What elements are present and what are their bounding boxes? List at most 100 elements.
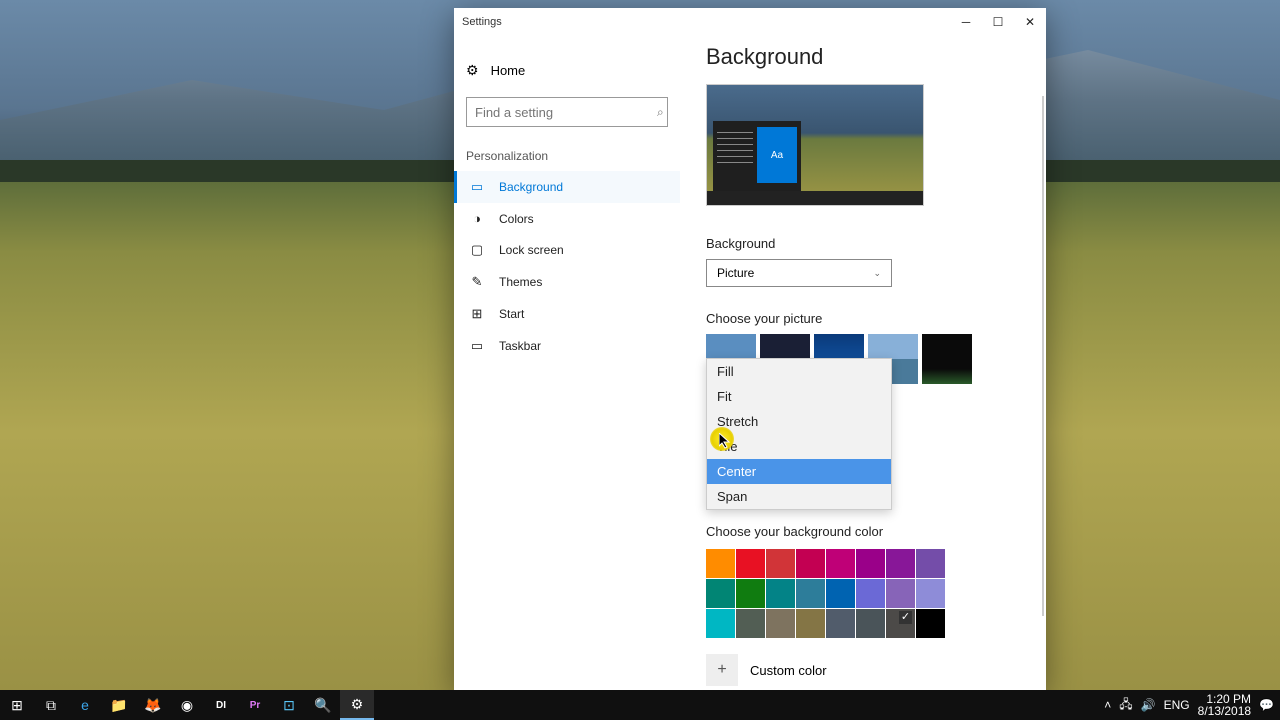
maximize-button[interactable]: ☐ [982, 8, 1014, 36]
nav-label: Lock screen [499, 243, 564, 257]
color-swatch[interactable] [766, 609, 795, 638]
color-swatch[interactable] [736, 609, 765, 638]
fit-option-stretch[interactable]: Stretch [707, 409, 891, 434]
color-swatch[interactable] [796, 549, 825, 578]
fit-dropdown-popup: FillFitStretchTileCenterSpan [706, 358, 892, 510]
fit-option-tile[interactable]: Tile [707, 434, 891, 459]
nav-icon: ▭ [469, 179, 485, 195]
nav-label: Background [499, 180, 563, 194]
section-header: Personalization [454, 149, 680, 171]
background-type-select[interactable]: Picture ⌄ [706, 259, 892, 287]
tray-language[interactable]: ENG [1164, 698, 1190, 712]
nav-icon: ⊞ [469, 306, 485, 322]
window-controls: ─ ☐ ✕ [950, 8, 1046, 36]
color-swatch[interactable] [916, 579, 945, 608]
preview-start-menu: Aa [713, 121, 801, 191]
preview-taskbar [707, 191, 923, 205]
custom-color-row: + Custom color [706, 654, 1020, 686]
system-tray: ˄ 🖧 🔊 ENG 1:20 PM 8/13/2018 💬 [1104, 693, 1280, 717]
choose-color-label: Choose your background color [706, 524, 1020, 539]
fit-option-fill[interactable]: Fill [707, 359, 891, 384]
nav-label: Colors [499, 212, 534, 226]
nav-icon: ◑ [469, 211, 485, 226]
nav-icon: ▭ [469, 338, 485, 354]
edge-icon[interactable]: e [68, 690, 102, 720]
nav-item-lock-screen[interactable]: ▢ Lock screen [454, 234, 680, 266]
nav-label: Start [499, 307, 524, 321]
color-swatch[interactable] [766, 549, 795, 578]
color-swatch[interactable] [856, 549, 885, 578]
home-button[interactable]: ⚙ Home [454, 54, 680, 87]
task-view-button[interactable]: ⧉ [34, 690, 68, 720]
nav-label: Themes [499, 275, 542, 289]
color-swatch[interactable] [856, 579, 885, 608]
nav-item-start[interactable]: ⊞ Start [454, 298, 680, 330]
chrome-icon[interactable]: ◉ [170, 690, 204, 720]
color-swatch[interactable] [856, 609, 885, 638]
background-type-value: Picture [717, 266, 754, 280]
color-swatch[interactable] [796, 579, 825, 608]
taskbar[interactable]: ⊞ ⧉ e 📁 🦊 ◉ DI Pr ⊡ 🔍 ⚙ ˄ 🖧 🔊 ENG 1:20 P… [0, 690, 1280, 720]
color-swatch[interactable] [766, 579, 795, 608]
settings-taskbar-icon[interactable]: ⚙ [340, 690, 374, 720]
tray-network-icon[interactable]: 🖧 [1119, 695, 1132, 716]
color-grid [706, 549, 954, 638]
settings-body: ⚙ Home ⌕ Personalization ▭ Background ◑ Col… [454, 36, 1046, 691]
desktop-preview: Aa [706, 84, 924, 206]
everything-icon[interactable]: 🔍 [306, 690, 340, 720]
premiere-icon[interactable]: Pr [238, 690, 272, 720]
start-button[interactable]: ⊞ [0, 690, 34, 720]
action-center-icon[interactable]: 💬 [1259, 698, 1274, 712]
color-swatch[interactable] [826, 609, 855, 638]
home-label: Home [491, 63, 526, 78]
custom-color-button[interactable]: + [706, 654, 738, 686]
settings-window: Settings ─ ☐ ✕ ⚙ Home ⌕ Personalization … [454, 8, 1046, 691]
color-swatch[interactable] [736, 579, 765, 608]
page-title: Background [706, 44, 1020, 70]
fit-option-span[interactable]: Span [707, 484, 891, 509]
tray-date: 8/13/2018 [1198, 705, 1251, 717]
nav-item-colors[interactable]: ◑ Colors [454, 203, 680, 234]
color-swatch[interactable] [706, 609, 735, 638]
fit-option-center[interactable]: Center [707, 459, 891, 484]
color-swatch[interactable] [736, 549, 765, 578]
chevron-down-icon: ⌄ [873, 268, 881, 279]
color-swatch[interactable] [916, 549, 945, 578]
close-button[interactable]: ✕ [1014, 8, 1046, 36]
custom-color-label: Custom color [750, 663, 827, 678]
color-swatch[interactable] [706, 579, 735, 608]
tray-chevron-icon[interactable]: ˄ [1104, 698, 1111, 712]
color-swatch[interactable] [886, 579, 915, 608]
preview-tile: Aa [757, 127, 797, 183]
search-input-wrapper[interactable]: ⌕ [466, 97, 668, 127]
color-swatch[interactable] [706, 549, 735, 578]
fit-option-fit[interactable]: Fit [707, 384, 891, 409]
color-swatch[interactable] [886, 549, 915, 578]
content-area: Background Aa Background Picture ⌄ Choos… [680, 36, 1046, 691]
titlebar[interactable]: Settings ─ ☐ ✕ [454, 8, 1046, 36]
nav-item-taskbar[interactable]: ▭ Taskbar [454, 330, 680, 362]
color-swatch[interactable] [826, 579, 855, 608]
firefox-icon[interactable]: 🦊 [136, 690, 170, 720]
search-input[interactable] [475, 105, 651, 120]
picture-thumb-5[interactable] [922, 334, 972, 384]
tray-clock[interactable]: 1:20 PM 8/13/2018 [1198, 693, 1251, 717]
file-explorer-icon[interactable]: 📁 [102, 690, 136, 720]
app-3-icon[interactable]: ⊡ [272, 690, 306, 720]
color-swatch[interactable] [826, 549, 855, 578]
search-icon: ⌕ [657, 105, 664, 120]
app-1-icon[interactable]: DI [204, 690, 238, 720]
color-swatch[interactable] [916, 609, 945, 638]
color-swatch[interactable] [886, 609, 915, 638]
scrollbar[interactable] [1040, 96, 1046, 691]
color-swatch[interactable] [796, 609, 825, 638]
nav-item-background[interactable]: ▭ Background [454, 171, 680, 203]
nav-item-themes[interactable]: ✎Themes [454, 266, 680, 298]
desktop-wallpaper: Settings ─ ☐ ✕ ⚙ Home ⌕ Personalization … [0, 0, 1280, 720]
minimize-button[interactable]: ─ [950, 8, 982, 36]
gear-icon: ⚙ [466, 62, 479, 79]
nav-icon: ▢ [469, 242, 485, 258]
nav-label: Taskbar [499, 339, 541, 353]
sidebar: ⚙ Home ⌕ Personalization ▭ Background ◑ Col… [454, 36, 680, 691]
tray-volume-icon[interactable]: 🔊 [1141, 698, 1156, 712]
